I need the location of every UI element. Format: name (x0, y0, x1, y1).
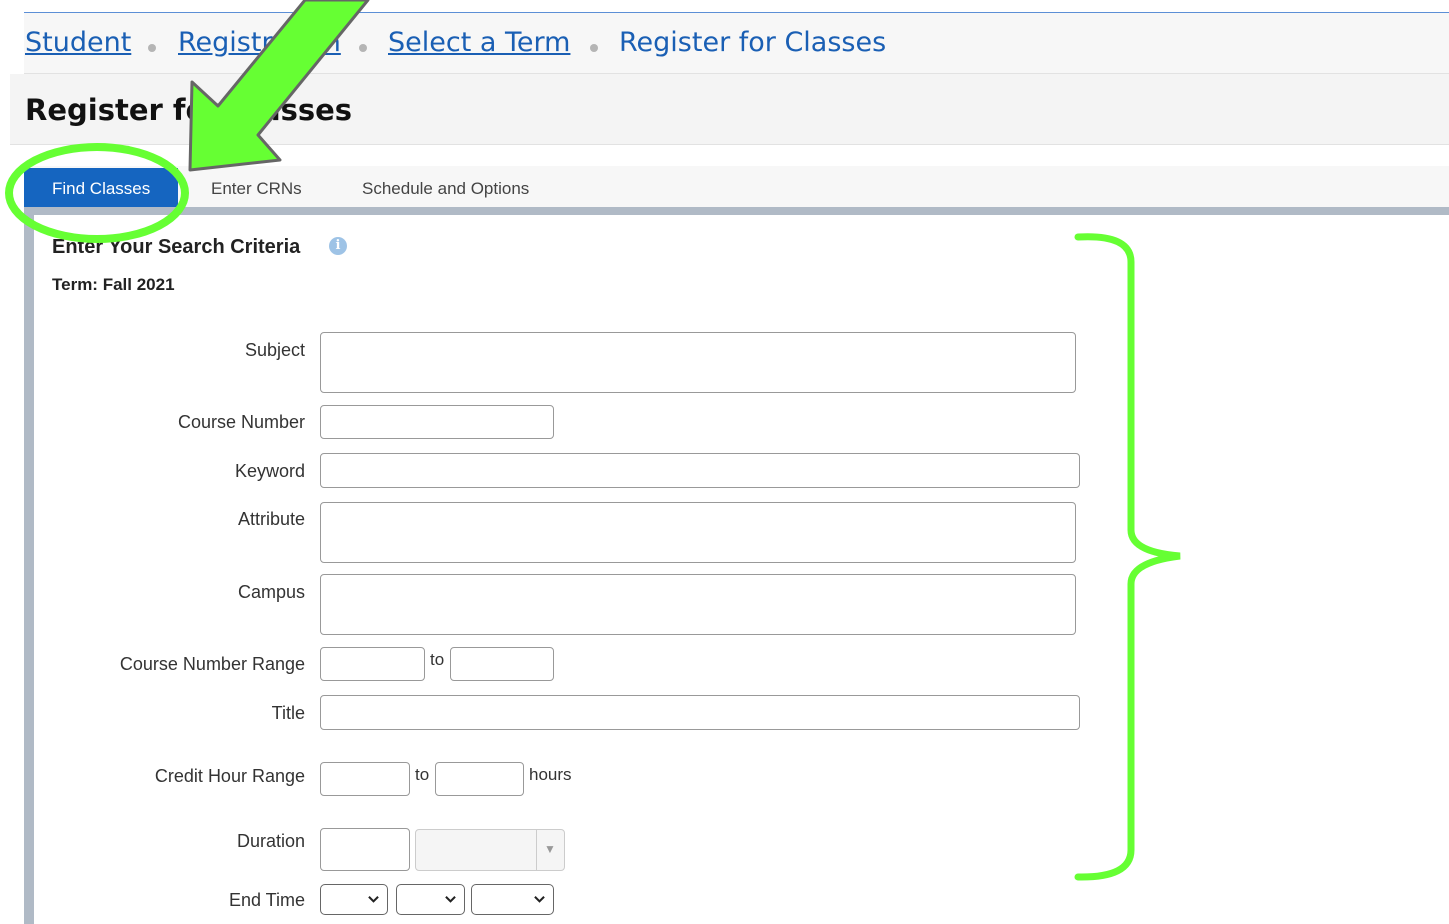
tab-underline (24, 207, 1449, 215)
end-time-hour-select[interactable] (320, 884, 388, 915)
chevron-down-icon (445, 896, 456, 903)
breadcrumb-select-term-link[interactable]: Select a Term (388, 27, 570, 58)
breadcrumb-registration-link[interactable]: Registration (178, 27, 341, 58)
credit-hour-from-input[interactable] (320, 762, 410, 796)
campus-label: Campus (237, 582, 305, 602)
term-label: Term: Fall 2021 (52, 275, 175, 294)
subject-field[interactable] (320, 332, 1076, 393)
tab-enter-crns[interactable]: Enter CRNs (211, 168, 302, 207)
to-label: to (415, 765, 430, 784)
duration-label: Duration (236, 831, 305, 851)
attribute-field[interactable] (320, 502, 1076, 563)
subject-label: Subject (244, 340, 305, 360)
end-time-ampm-select[interactable] (471, 884, 554, 915)
tab-find-classes[interactable]: Find Classes (24, 168, 179, 207)
end-time-label: End Time (228, 890, 305, 910)
info-icon[interactable]: i (329, 237, 347, 255)
breadcrumb: Student Registration Select a Term Regis… (24, 13, 1449, 74)
dropdown-separator (536, 830, 537, 870)
tab-schedule-options[interactable]: Schedule and Options (362, 168, 529, 207)
title-label: Title (271, 703, 305, 723)
search-criteria-heading: Enter Your Search Criteria (52, 236, 301, 258)
course-number-range-from-input[interactable] (320, 647, 425, 681)
page-header: Register for Classes (10, 74, 1449, 145)
course-number-label: Course Number (177, 412, 305, 432)
chevron-down-icon (534, 896, 545, 903)
breadcrumb-student-link[interactable]: Student (25, 27, 131, 58)
chevron-down-icon (368, 896, 379, 903)
panel-left-border (24, 207, 34, 924)
breadcrumb-separator (590, 44, 598, 52)
dropdown-arrow-icon: ▼ (544, 842, 556, 856)
keyword-input[interactable] (320, 453, 1080, 488)
campus-field[interactable] (320, 574, 1076, 635)
end-time-minute-select[interactable] (396, 884, 465, 915)
breadcrumb-separator (359, 44, 367, 52)
page-title: Register for Classes (25, 93, 353, 127)
title-input[interactable] (320, 695, 1080, 730)
course-number-range-to-input[interactable] (450, 647, 554, 681)
attribute-label: Attribute (237, 509, 305, 529)
brace-annotation (1074, 233, 1181, 881)
breadcrumb-current: Register for Classes (619, 27, 887, 58)
course-number-input[interactable] (320, 405, 554, 439)
duration-input[interactable] (320, 828, 410, 871)
breadcrumb-separator (148, 44, 156, 52)
duration-unit-dropdown[interactable]: ▼ (415, 829, 565, 871)
credit-hour-to-input[interactable] (435, 762, 524, 796)
to-label: to (430, 650, 445, 669)
hours-label: hours (529, 765, 572, 784)
course-number-range-label: Course Number Range (119, 654, 305, 674)
keyword-label: Keyword (234, 461, 305, 481)
credit-hour-range-label: Credit Hour Range (154, 766, 305, 786)
